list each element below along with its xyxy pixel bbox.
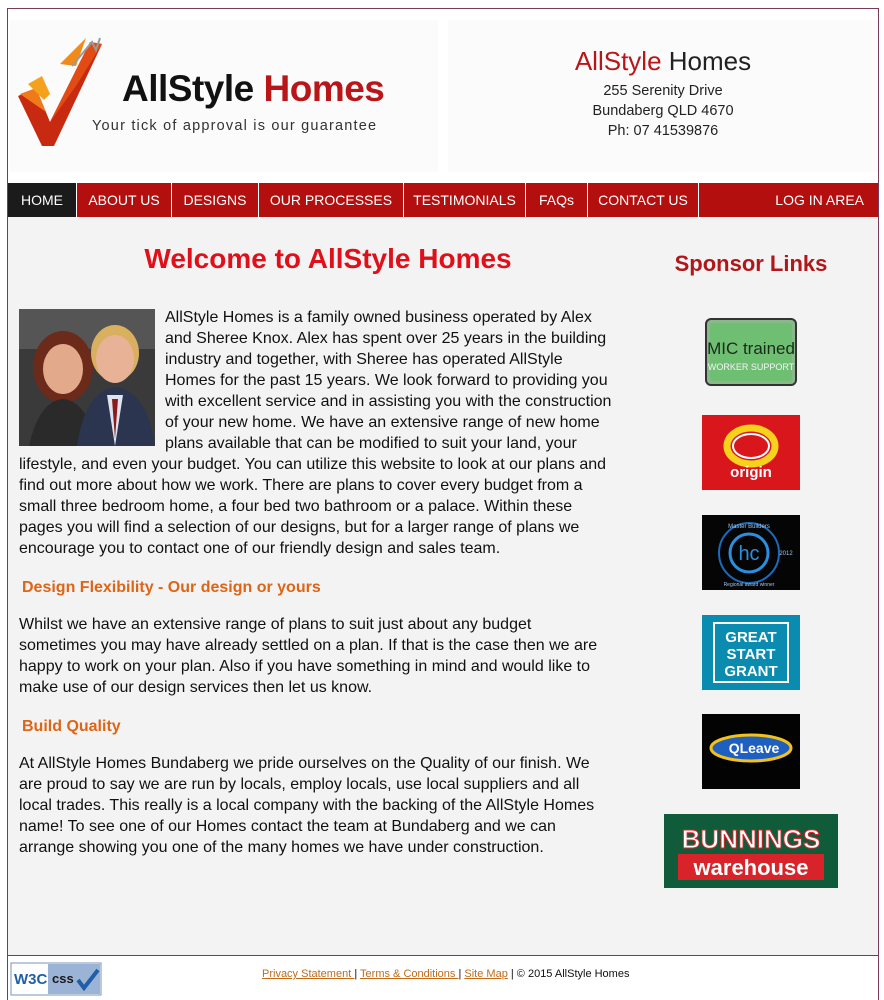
owners-photo	[19, 309, 155, 446]
main-content: Welcome to AllStyle Homes AllStyle Homes…	[8, 217, 878, 955]
logo-wordmark: AllStyle Homes	[122, 68, 385, 110]
contact-brand-a: AllStyle	[574, 46, 662, 76]
privacy-statement-link[interactable]: Privacy Statement	[262, 968, 354, 980]
section-text-design: Whilst we have an extensive range of pla…	[19, 616, 598, 696]
contact-brand-b: Homes	[668, 46, 752, 76]
contact-block: AllStyle Homes 255 Serenity Drive Bundab…	[448, 20, 878, 172]
sponsor-master-builders[interactable]: hc Master Builders Regional award winner…	[702, 515, 800, 590]
section-heading-quality: Build Quality	[22, 718, 121, 735]
gsg-line2: START	[727, 646, 776, 663]
page-title: Welcome to AllStyle Homes	[144, 243, 512, 274]
nav-contact-us[interactable]: CONTACT US	[588, 183, 699, 217]
footer: W3C css Privacy Statement | Terms & Cond…	[8, 956, 878, 1000]
qleave-label: QLeave	[729, 740, 780, 756]
section-heading-design: Design Flexibility - Our design or yours	[22, 579, 321, 596]
w3c-css-badge[interactable]: W3C css	[10, 962, 102, 996]
logo[interactable]: AllStyle Homes Your tick of approval is …	[10, 20, 438, 172]
sponsor-mic-trained[interactable]: MIC trained WORKER SUPPORT	[705, 318, 797, 386]
w3c-label: W3C	[14, 971, 48, 988]
mb-ring: Master Builders	[728, 524, 770, 530]
bunnings-line2: warehouse	[693, 855, 809, 880]
address-street: 255 Serenity Drive	[603, 83, 723, 99]
section-text-quality: At AllStyle Homes Bundaberg we pride our…	[19, 755, 595, 856]
nav-about-us[interactable]: ABOUT US	[77, 183, 172, 217]
page-frame: AllStyle Homes Your tick of approval is …	[7, 8, 879, 1000]
footer-links: Privacy Statement | Terms & Conditions |…	[262, 968, 630, 980]
nav-log-in-area[interactable]: LOG IN AREA	[775, 183, 864, 217]
logo-brand-b: Homes	[263, 68, 385, 109]
terms-conditions-link[interactable]: Terms & Conditions	[360, 968, 458, 980]
nav-our-processes[interactable]: OUR PROCESSES	[259, 183, 404, 217]
main-nav: HOME ABOUT US DESIGNS OUR PROCESSES TEST…	[8, 183, 878, 217]
header: AllStyle Homes Your tick of approval is …	[8, 9, 878, 183]
copyright-text: | © 2015 AllStyle Homes	[507, 968, 630, 980]
logo-brand-a: AllStyle	[122, 68, 254, 109]
phone-number: Ph: 07 41539876	[607, 123, 719, 139]
nav-designs[interactable]: DESIGNS	[172, 183, 259, 217]
bunnings-line1: BUNNINGS	[682, 824, 821, 854]
logo-tagline: Your tick of approval is our guarantee	[92, 118, 378, 134]
mic-line2: WORKER SUPPORT	[708, 362, 795, 372]
nav-testimonials[interactable]: TESTIMONIALS	[404, 183, 526, 217]
contact-brand: AllStyle Homes	[448, 46, 878, 77]
sponsor-bunnings-warehouse[interactable]: BUNNINGS warehouse	[664, 814, 838, 888]
sponsor-links-title: Sponsor Links	[674, 251, 828, 276]
css-label: css	[52, 971, 74, 986]
article: AllStyle Homes is a family owned busines…	[19, 307, 613, 858]
site-map-link[interactable]: Site Map	[464, 968, 507, 980]
nav-home[interactable]: HOME	[8, 183, 77, 217]
mb-mark: hc	[738, 543, 759, 565]
address-city: Bundaberg QLD 4670	[592, 103, 734, 119]
mb-year: 2012	[779, 551, 793, 557]
mb-sub: Regional award winner	[724, 582, 775, 588]
mic-line1: MIC trained	[707, 339, 795, 358]
gsg-line1: GREAT	[725, 629, 776, 646]
nav-faqs[interactable]: FAQs	[526, 183, 588, 217]
sponsor-qleave[interactable]: QLeave	[702, 714, 800, 789]
tick-logo-icon	[18, 37, 102, 146]
gsg-line3: GRANT	[724, 663, 777, 680]
sponsor-origin[interactable]: origin	[702, 415, 800, 490]
origin-label: origin	[730, 464, 772, 481]
sponsor-great-start-grant[interactable]: GREAT START GRANT	[702, 615, 800, 690]
